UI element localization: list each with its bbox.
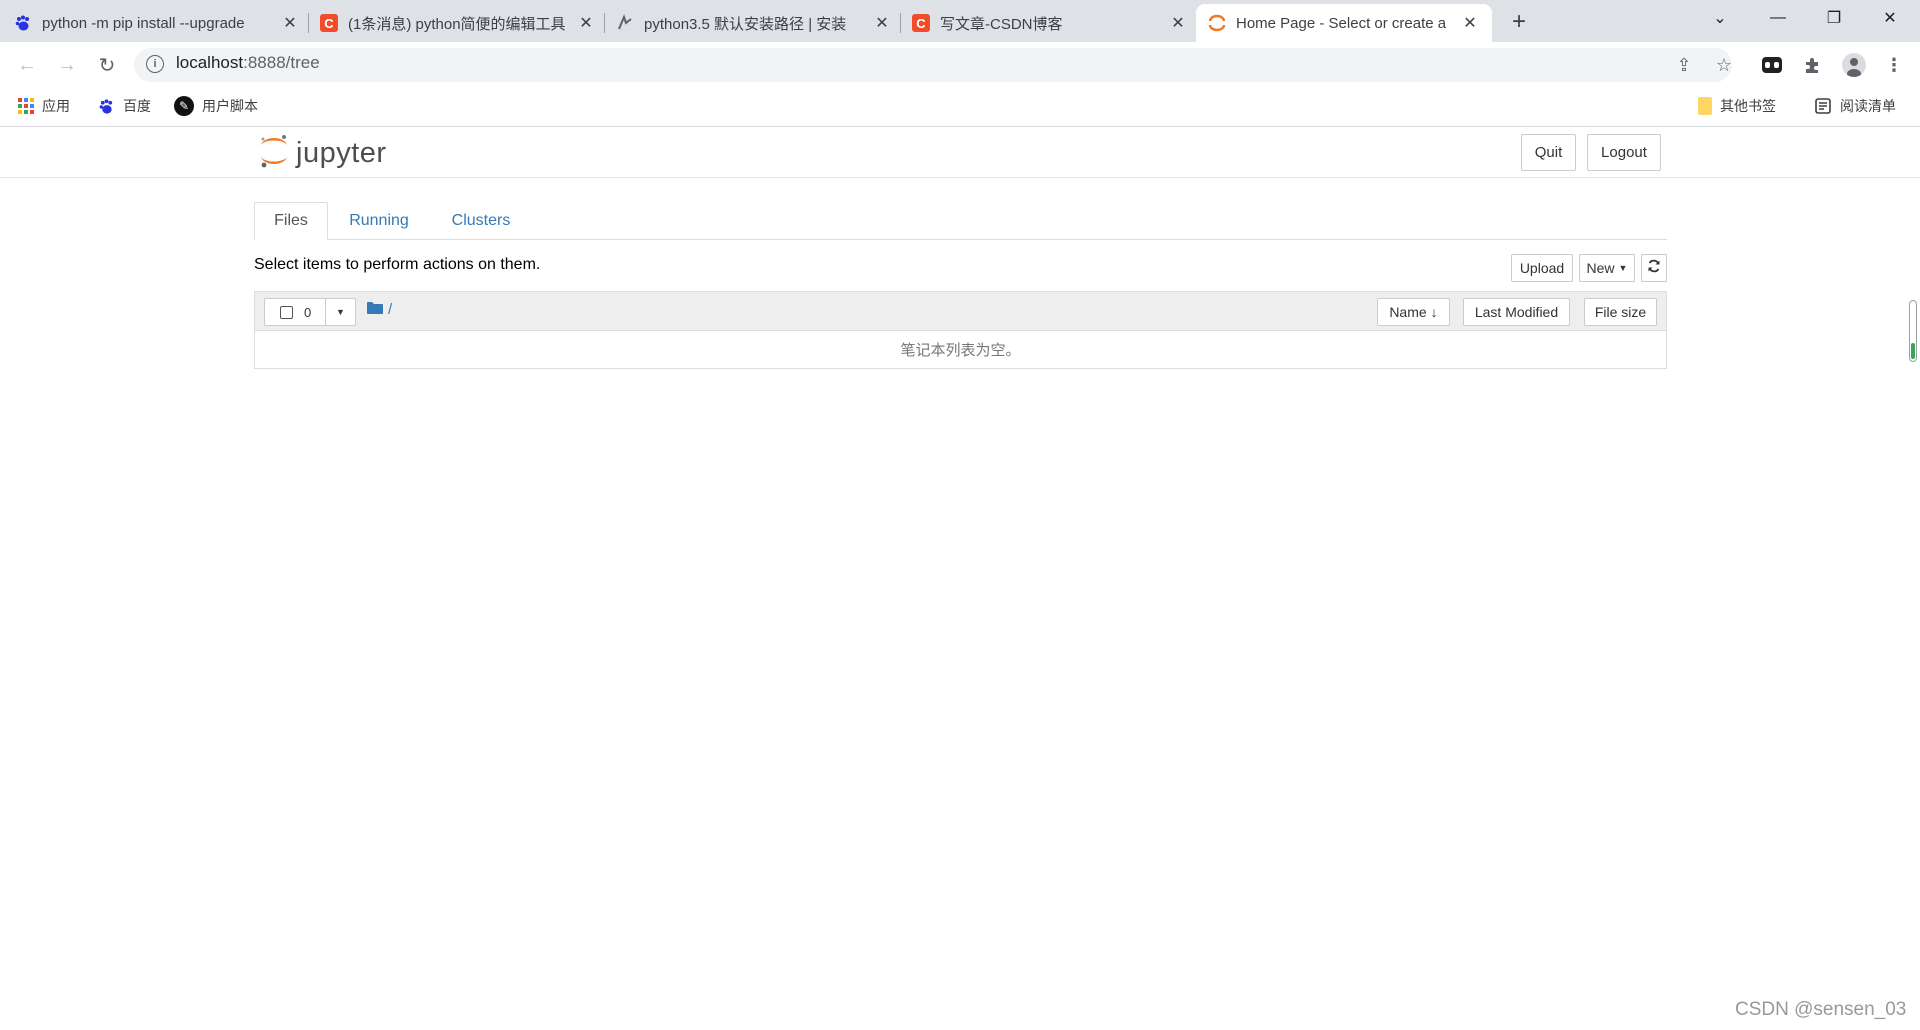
bookmark-userscripts[interactable]: ✎ 用户脚本	[174, 94, 258, 118]
forward-icon[interactable]: →	[52, 50, 82, 80]
browser-tab[interactable]: C 写文章-CSDN博客 ✕	[912, 4, 1188, 42]
close-tab-icon[interactable]: ✕	[280, 13, 300, 33]
select-all-checkbox[interactable]	[280, 305, 293, 319]
folder-icon	[1698, 97, 1712, 115]
bookmark-label: 用户脚本	[202, 98, 258, 114]
extension-app-icon[interactable]	[1758, 51, 1786, 79]
tab-separator	[604, 13, 605, 33]
logout-button[interactable]: Logout	[1587, 134, 1661, 171]
tab-search-icon[interactable]: ⌄	[1692, 0, 1748, 36]
bookmark-baidu[interactable]: 百度	[98, 94, 151, 118]
new-label: New	[1586, 260, 1615, 276]
csdn-icon: C	[320, 14, 338, 32]
minimize-icon[interactable]: —	[1750, 0, 1806, 36]
arrow-down-icon: ↓	[1430, 304, 1438, 320]
sort-by-name-button[interactable]: Name ↓	[1377, 298, 1450, 326]
browser-menu-icon[interactable]: ⋮	[1880, 51, 1908, 79]
bookmark-star-icon[interactable]: ☆	[1710, 51, 1738, 79]
browser-tab[interactable]: C (1条消息) python简便的编辑工具 ✕	[320, 4, 596, 42]
other-bookmarks-folder[interactable]: 其他书签	[1698, 94, 1776, 118]
new-dropdown-button[interactable]: New ▼	[1579, 254, 1635, 282]
instructions-text: Select items to perform actions on them.	[254, 256, 541, 273]
back-icon[interactable]: ←	[12, 50, 42, 80]
tab-title: python3.5 默认安装路径 | 安装	[644, 15, 847, 33]
close-tab-icon[interactable]: ✕	[872, 13, 892, 33]
restore-icon[interactable]: ❐	[1806, 0, 1862, 36]
scrollbar-progress	[1911, 343, 1915, 359]
close-tab-icon[interactable]: ✕	[1168, 13, 1188, 33]
url-text[interactable]: localhost:8888/tree	[176, 53, 320, 73]
reading-list-button[interactable]: 阅读清单	[1814, 94, 1896, 118]
jupyter-logo-text: jupyter	[296, 137, 387, 169]
share-icon[interactable]: ⇪	[1670, 51, 1698, 79]
bookmark-label: 应用	[42, 98, 70, 114]
file-list-header	[254, 291, 1667, 331]
apps-grid-icon	[18, 98, 34, 114]
new-tab-button[interactable]: +	[1504, 8, 1534, 36]
refresh-button[interactable]	[1641, 254, 1667, 282]
jupyter-logo-icon	[258, 132, 290, 175]
baidu-paw-icon	[14, 14, 32, 32]
quit-button[interactable]: Quit	[1521, 134, 1576, 171]
userscript-icon: ✎	[174, 96, 194, 116]
caret-down-icon: ▼	[1618, 263, 1628, 273]
breadcrumb[interactable]: /	[367, 301, 392, 318]
breadcrumb-root[interactable]: /	[388, 301, 392, 318]
tab-separator	[308, 13, 309, 33]
tab-separator	[900, 13, 901, 33]
selected-count: 0	[304, 304, 312, 320]
name-column-label: Name	[1389, 304, 1427, 320]
close-tab-icon[interactable]: ✕	[1460, 13, 1480, 33]
upload-button[interactable]: Upload	[1511, 254, 1573, 282]
jupyter-icon	[1208, 14, 1226, 32]
close-tab-icon[interactable]: ✕	[576, 13, 596, 33]
site-info-icon[interactable]: i	[146, 55, 164, 73]
close-window-icon[interactable]: ✕	[1862, 0, 1918, 36]
browser-tab[interactable]: python -m pip install --upgrade ✕	[14, 4, 300, 42]
browser-tab-active[interactable]: Home Page - Select or create a ✕	[1196, 4, 1492, 42]
select-all-control[interactable]: 0	[264, 298, 326, 326]
tab-clusters[interactable]: Clusters	[440, 202, 522, 240]
tab-title: Home Page - Select or create a	[1236, 14, 1447, 32]
other-bookmarks-label: 其他书签	[1720, 98, 1776, 114]
reading-list-icon	[1814, 97, 1832, 115]
empty-list-message: 笔记本列表为空。	[900, 342, 1021, 359]
reload-icon[interactable]: ↻	[92, 50, 122, 80]
profile-avatar-icon[interactable]	[1840, 51, 1868, 79]
tab-title: python -m pip install --upgrade	[42, 14, 245, 32]
csdn-icon: C	[912, 14, 930, 32]
bookmark-apps[interactable]: 应用	[18, 94, 70, 118]
bookmarks-bar	[0, 86, 1920, 127]
sort-by-last-modified-button[interactable]: Last Modified	[1463, 298, 1570, 326]
folder-icon	[367, 301, 383, 318]
address-bar[interactable]	[134, 48, 1732, 82]
bookmark-label: 百度	[123, 98, 151, 114]
scrollbar[interactable]	[1909, 300, 1917, 362]
tab-running[interactable]: Running	[336, 202, 422, 240]
reading-list-label: 阅读清单	[1840, 98, 1896, 114]
gitee-icon	[616, 14, 634, 32]
tab-title: (1条消息) python简便的编辑工具	[348, 15, 566, 33]
jupyter-logo[interactable]: jupyter	[258, 132, 387, 175]
baidu-paw-icon	[98, 98, 115, 115]
tab-files[interactable]: Files	[254, 202, 328, 240]
caret-down-icon: ▼	[336, 307, 345, 317]
watermark: CSDN @sensen_03	[1735, 999, 1907, 1020]
sort-by-file-size-button[interactable]: File size	[1584, 298, 1657, 326]
extensions-puzzle-icon[interactable]	[1798, 51, 1826, 79]
selection-menu-button[interactable]: ▼	[325, 298, 356, 326]
tab-title: 写文章-CSDN博客	[940, 15, 1063, 33]
browser-tab[interactable]: python3.5 默认安装路径 | 安装 ✕	[616, 4, 892, 42]
refresh-icon	[1647, 259, 1661, 277]
empty-notebook-list: 笔记本列表为空。	[254, 331, 1667, 369]
